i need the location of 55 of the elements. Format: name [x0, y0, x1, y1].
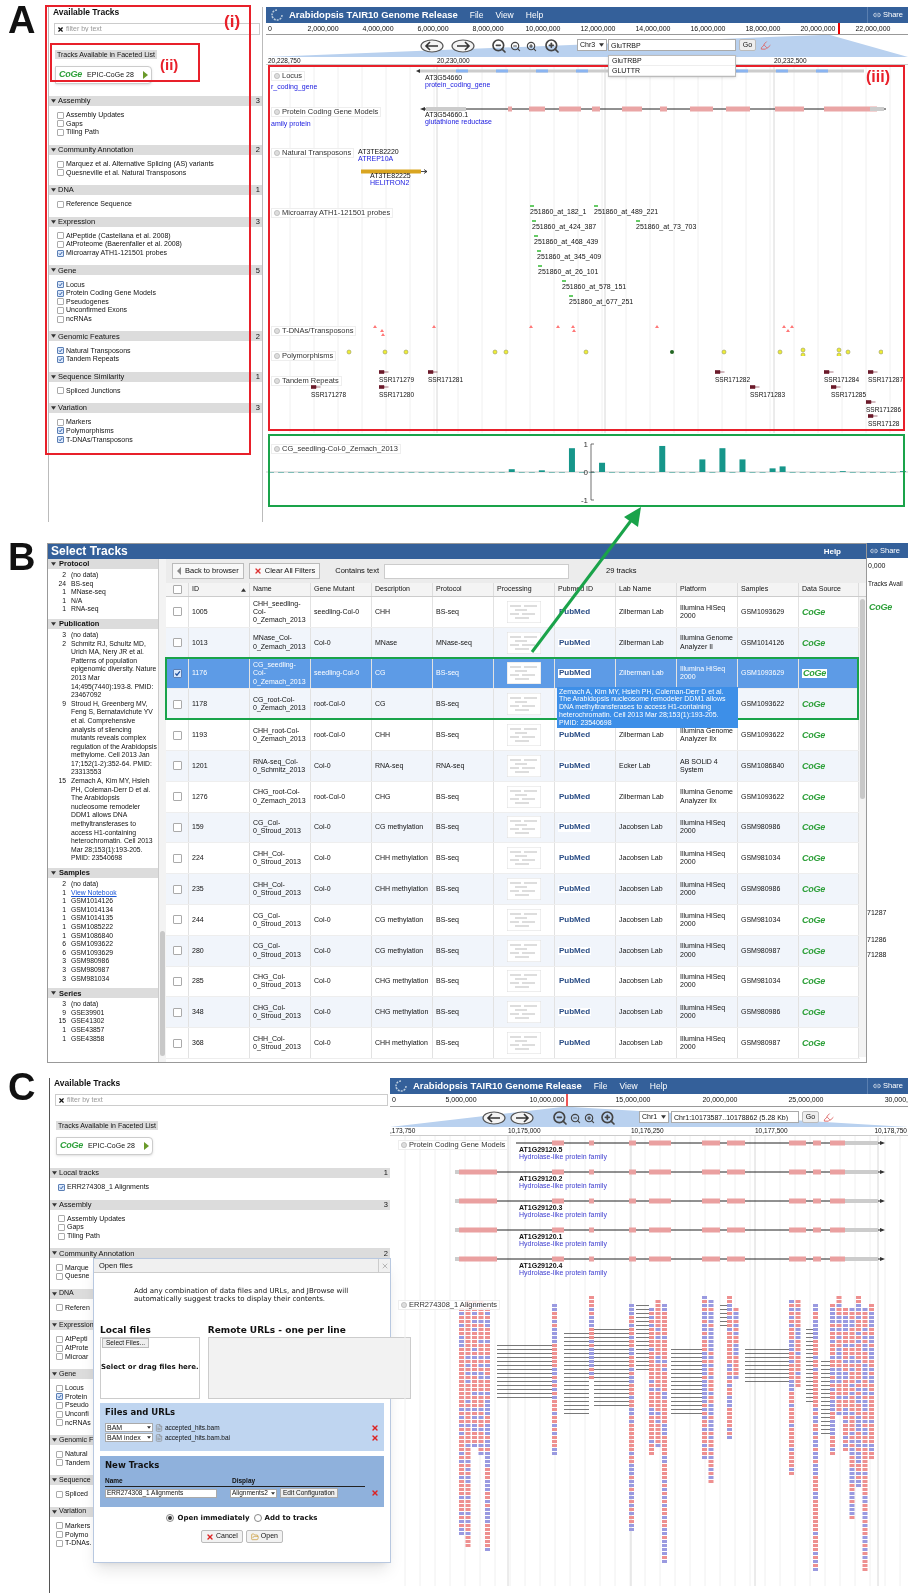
panel-label: C: [8, 1066, 36, 1108]
logo: CoGe: [869, 602, 893, 612]
section-heading: Local files: [100, 1323, 152, 1337]
pubmed-link[interactable]: PubMed: [558, 915, 592, 924]
axis-tick-label: -1: [580, 496, 588, 505]
logo: CoGe: [802, 915, 826, 924]
axis-tick-label: 0: [583, 468, 588, 477]
pubmed-link[interactable]: PubMed: [558, 823, 592, 832]
logo: CoGe: [802, 854, 826, 863]
pubmed-link[interactable]: PubMed: [558, 638, 592, 647]
logo: CoGe: [802, 977, 826, 986]
pubmed-link[interactable]: PubMed: [558, 946, 592, 955]
menu-item[interactable]: View: [495, 8, 514, 22]
pubmed-link[interactable]: PubMed: [558, 854, 592, 863]
help-link[interactable]: Help: [823, 545, 841, 558]
menu-item[interactable]: Help: [525, 8, 544, 22]
window-title: Select Tracks: [51, 544, 128, 559]
app-title: Arabidopsis TAIR10 Genome Release: [413, 1078, 582, 1093]
section-heading: New Tracks: [105, 1458, 161, 1472]
section-heading: Remote URLs - one per line: [207, 1323, 347, 1337]
section-heading: Files and URLs: [105, 1405, 177, 1419]
logo: CoGe: [802, 638, 826, 647]
menu-item[interactable]: File: [593, 1079, 608, 1093]
panel-label: A: [8, 0, 36, 41]
axis-tick-label: 1: [583, 440, 588, 449]
menu-item[interactable]: File: [469, 8, 484, 22]
pubmed-link[interactable]: PubMed: [558, 792, 592, 801]
logo: CoGe: [60, 1139, 84, 1153]
logo: CoGe: [802, 823, 826, 832]
pubmed-link[interactable]: PubMed: [558, 884, 592, 894]
logo: CoGe: [802, 1008, 826, 1017]
logo: CoGe: [802, 731, 826, 740]
pubmed-link[interactable]: PubMed: [558, 731, 592, 740]
menu-item[interactable]: Help: [649, 1079, 668, 1093]
pubmed-link[interactable]: PubMed: [558, 1008, 592, 1017]
logo: CoGe: [802, 669, 828, 678]
callout-label: (iii): [866, 67, 890, 87]
app-title: Arabidopsis TAIR10 Genome Release: [289, 7, 458, 22]
logo: CoGe: [802, 1038, 826, 1048]
logo: CoGe: [802, 946, 826, 955]
logo: CoGe: [802, 792, 826, 801]
logo: CoGe: [802, 607, 826, 616]
panel-title: Available Tracks: [54, 1077, 121, 1090]
menu-item[interactable]: View: [619, 1079, 638, 1093]
logo: CoGe: [802, 700, 826, 709]
logo: CoGe: [802, 884, 826, 894]
logo: CoGe: [802, 761, 826, 770]
callout-label: (ii): [160, 56, 179, 74]
pubmed-link[interactable]: PubMed: [558, 1038, 592, 1048]
panel-title: Available Tracks: [53, 6, 120, 19]
pubmed-link[interactable]: PubMed: [558, 977, 592, 986]
pubmed-link[interactable]: PubMed: [558, 761, 592, 770]
panel-label: B: [8, 536, 36, 578]
pubmed-link[interactable]: PubMed: [558, 669, 592, 678]
logo: CoGe: [59, 68, 83, 82]
